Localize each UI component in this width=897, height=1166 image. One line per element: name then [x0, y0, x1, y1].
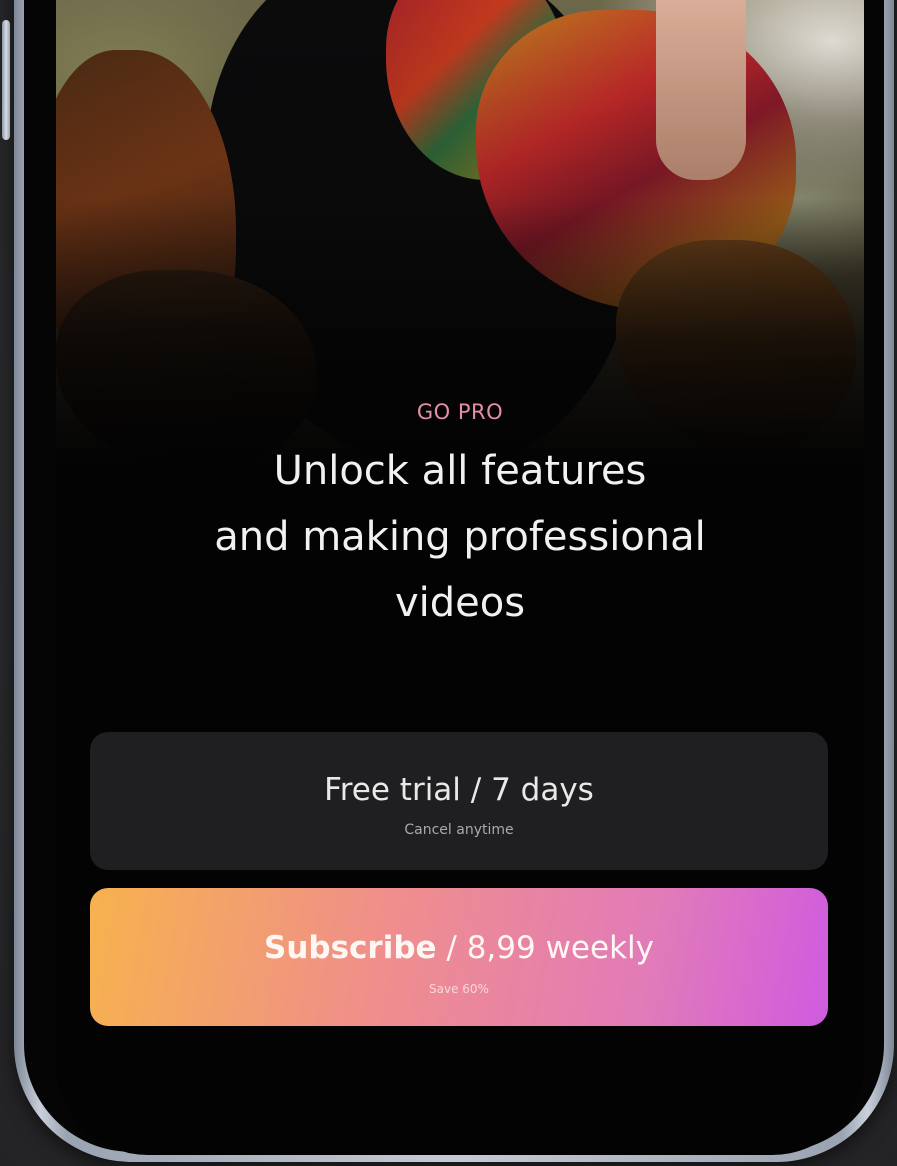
free-trial-button[interactable]: Free trial / 7 days Cancel anytime [90, 732, 828, 870]
hero-photo [56, 0, 864, 510]
subscribe-caption: Save 60% [429, 982, 489, 996]
go-pro-label: GO PRO [416, 400, 504, 424]
headline-line-1: Unlock all features [273, 448, 647, 494]
paywall-screen: GO PRO Unlock all features and making pr… [56, 0, 864, 1155]
device-mockup-stage: GO PRO Unlock all features and making pr… [0, 0, 897, 1166]
free-trial-caption: Cancel anytime [404, 822, 514, 838]
side-button [2, 20, 10, 140]
headline: Unlock all features and making professio… [156, 438, 764, 636]
subscribe-price: / 8,99 weekly [436, 930, 654, 966]
headline-line-2: and making professional [214, 514, 706, 560]
subscribe-title: Subscribe / 8,99 weekly [90, 930, 828, 966]
subscribe-button[interactable]: Subscribe / 8,99 weekly Save 60% [90, 888, 828, 1026]
subscribe-label: Subscribe [264, 930, 437, 966]
headline-line-3: videos [394, 580, 526, 626]
free-trial-title: Free trial / 7 days [324, 772, 594, 808]
